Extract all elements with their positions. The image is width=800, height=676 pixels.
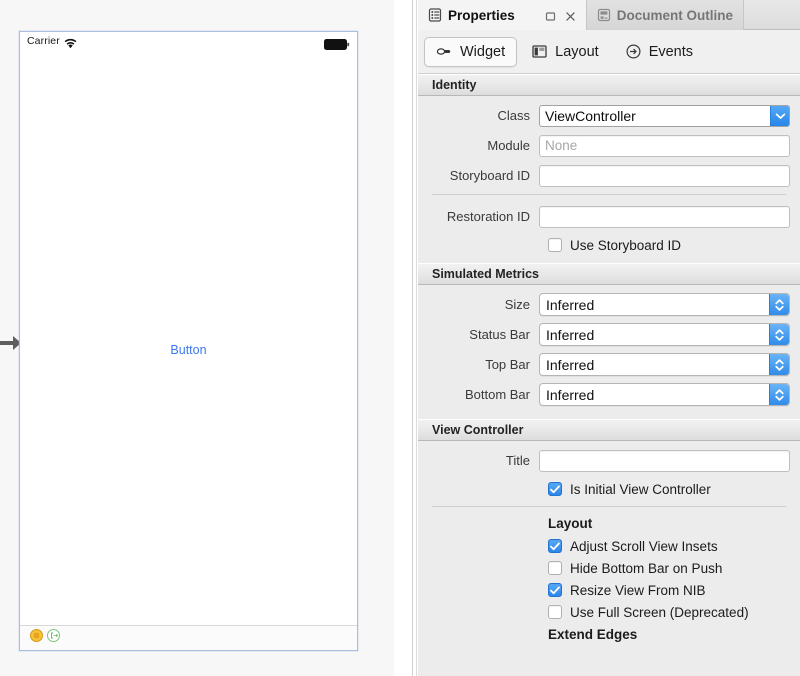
status-bar-value: Inferred (540, 324, 769, 345)
section-body-identity: Class ViewController Module None Storybo… (418, 96, 800, 263)
status-bar-carrier-label: Carrier (27, 35, 60, 47)
adjust-scroll-view-insets-checkbox[interactable] (548, 539, 562, 553)
row-is-initial-view-controller[interactable]: Is Initial View Controller (418, 478, 800, 500)
hide-bottom-bar-on-push-label: Hide Bottom Bar on Push (570, 561, 722, 576)
segment-events[interactable]: Events (613, 37, 705, 67)
tab-document-outline-label: Document Outline (617, 8, 733, 23)
maximize-icon[interactable] (545, 10, 556, 21)
storyboard-canvas[interactable]: Carrier Button (0, 0, 394, 676)
view-controller-root-view[interactable]: Button (20, 52, 357, 625)
stepper-icon[interactable] (769, 324, 789, 345)
use-storyboard-id-label: Use Storyboard ID (570, 238, 681, 253)
simulated-status-bar: Carrier (20, 32, 357, 52)
widget-icon (436, 43, 453, 60)
view-controller-scene[interactable]: Carrier Button (19, 31, 358, 651)
view-controller-icon[interactable] (30, 629, 43, 647)
inspector-segment-bar: Widget Layout (418, 30, 800, 74)
close-icon[interactable] (565, 10, 576, 21)
section-header-identity: Identity (418, 74, 800, 96)
class-label: Class (418, 108, 539, 123)
row-resize-view-from-nib[interactable]: Resize View From NIB (418, 579, 800, 601)
storyboard-id-input[interactable] (539, 165, 790, 187)
extend-edges-subsection-title: Extend Edges (418, 627, 800, 642)
segment-layout[interactable]: Layout (519, 37, 611, 67)
title-input[interactable] (539, 450, 790, 472)
segment-events-label: Events (649, 44, 693, 60)
section-header-view-controller: View Controller (418, 419, 800, 441)
section-title-simulated-metrics: Simulated Metrics (432, 267, 539, 281)
row-class: Class ViewController (418, 103, 800, 128)
chevron-down-icon[interactable] (770, 106, 789, 126)
use-full-screen-label: Use Full Screen (Deprecated) (570, 605, 749, 620)
resize-view-from-nib-label: Resize View From NIB (570, 583, 706, 598)
segment-widget-label: Widget (460, 44, 505, 60)
row-hide-bottom-bar-on-push[interactable]: Hide Bottom Bar on Push (418, 557, 800, 579)
class-combobox[interactable]: ViewController (539, 105, 790, 127)
row-storyboard-id: Storyboard ID (418, 163, 800, 188)
row-top-bar: Top Bar Inferred (418, 352, 800, 377)
size-popup[interactable]: Inferred (539, 293, 790, 316)
size-value: Inferred (540, 294, 769, 315)
resize-view-from-nib-checkbox[interactable] (548, 583, 562, 597)
tab-properties-label: Properties (448, 8, 515, 23)
exit-segue-icon[interactable] (47, 629, 60, 647)
section-body-view-controller: Title Is Initial View Controller Layout (418, 441, 800, 653)
section-body-simulated-metrics: Size Inferred Status Bar Inferred (418, 285, 800, 419)
row-use-full-screen[interactable]: Use Full Screen (Deprecated) (418, 601, 800, 623)
canvas-button[interactable]: Button (20, 343, 357, 357)
events-icon (625, 43, 642, 60)
row-title: Title (418, 448, 800, 473)
row-size: Size Inferred (418, 292, 800, 317)
top-bar-popup[interactable]: Inferred (539, 353, 790, 376)
layout-subsection-title: Layout (418, 516, 800, 531)
is-initial-view-controller-label: Is Initial View Controller (570, 482, 711, 497)
module-label: Module (418, 138, 539, 153)
stepper-icon[interactable] (769, 354, 789, 375)
row-restoration-id: Restoration ID (418, 204, 800, 229)
use-full-screen-checkbox[interactable] (548, 605, 562, 619)
properties-inspector-panel: Properties (418, 0, 800, 676)
layout-icon (531, 43, 548, 60)
bottom-bar-value: Inferred (540, 384, 769, 405)
status-bar-label: Status Bar (418, 327, 539, 342)
identity-divider (432, 194, 786, 195)
stepper-icon[interactable] (769, 384, 789, 405)
size-label: Size (418, 297, 539, 312)
top-bar-value: Inferred (540, 354, 769, 375)
restoration-id-label: Restoration ID (418, 209, 539, 224)
row-module: Module None (418, 133, 800, 158)
top-bar-label: Top Bar (418, 357, 539, 372)
section-title-identity: Identity (432, 78, 476, 92)
pane-divider (412, 0, 413, 676)
title-label: Title (418, 453, 539, 468)
scene-dock (20, 625, 357, 650)
storyboard-id-label: Storyboard ID (418, 168, 539, 183)
is-initial-view-controller-checkbox[interactable] (548, 482, 562, 496)
document-outline-icon (597, 8, 611, 22)
row-adjust-scroll-view-insets[interactable]: Adjust Scroll View Insets (418, 535, 800, 557)
tab-properties[interactable]: Properties (418, 0, 587, 30)
section-header-simulated-metrics: Simulated Metrics (418, 263, 800, 285)
status-bar-popup[interactable]: Inferred (539, 323, 790, 346)
row-bottom-bar: Bottom Bar Inferred (418, 382, 800, 407)
bottom-bar-label: Bottom Bar (418, 387, 539, 402)
class-value[interactable]: ViewController (540, 106, 770, 126)
segment-layout-label: Layout (555, 44, 599, 60)
tab-document-outline[interactable]: Document Outline (587, 0, 744, 30)
pane-divider-inner (416, 0, 417, 676)
section-title-view-controller: View Controller (432, 423, 523, 437)
inspector-tab-bar: Properties (418, 0, 800, 30)
hide-bottom-bar-on-push-checkbox[interactable] (548, 561, 562, 575)
module-input[interactable]: None (539, 135, 790, 157)
segment-widget[interactable]: Widget (424, 37, 517, 67)
stepper-icon[interactable] (769, 294, 789, 315)
row-use-storyboard-id[interactable]: Use Storyboard ID (418, 234, 800, 256)
bottom-bar-popup[interactable]: Inferred (539, 383, 790, 406)
use-storyboard-id-checkbox[interactable] (548, 238, 562, 252)
row-status-bar: Status Bar Inferred (418, 322, 800, 347)
view-controller-divider (432, 506, 786, 507)
properties-icon (428, 8, 442, 22)
adjust-scroll-view-insets-label: Adjust Scroll View Insets (570, 539, 718, 554)
restoration-id-input[interactable] (539, 206, 790, 228)
